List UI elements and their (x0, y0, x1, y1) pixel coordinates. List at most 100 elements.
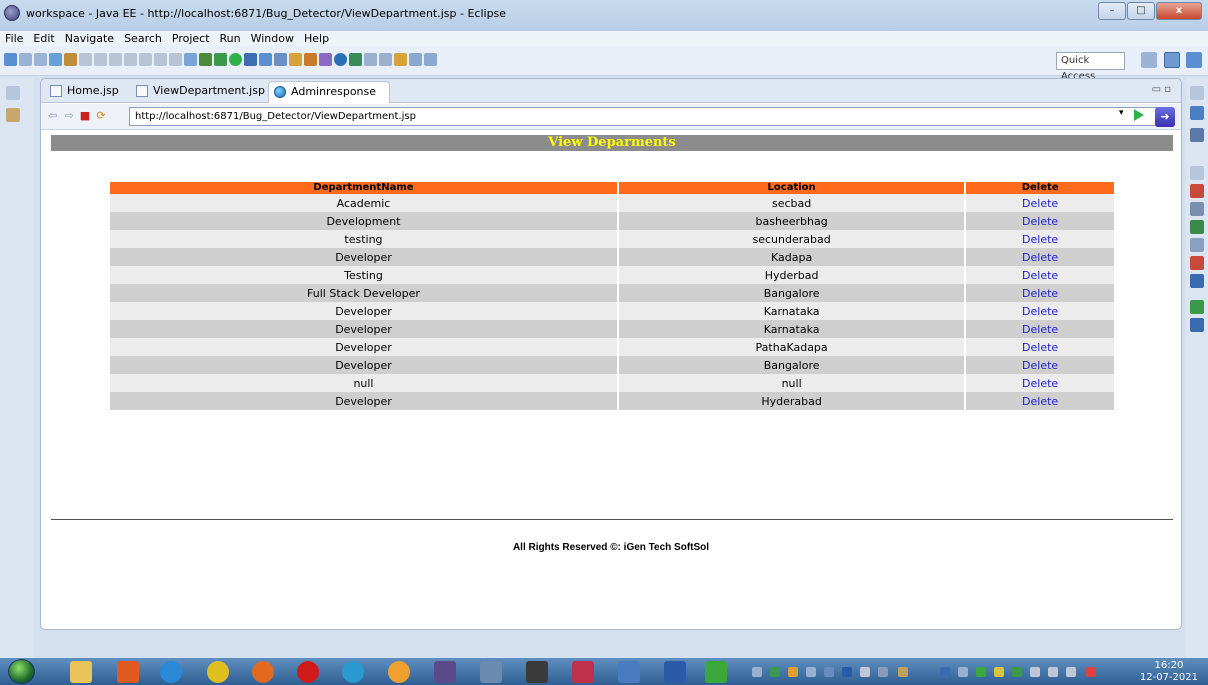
suspend-icon[interactable] (94, 53, 107, 66)
app-icon[interactable] (388, 661, 410, 683)
servers-icon[interactable] (1190, 220, 1204, 234)
snippets-icon[interactable] (1190, 256, 1204, 270)
restore-icon[interactable] (6, 86, 20, 100)
step-return-icon[interactable] (169, 53, 182, 66)
open-external-browser-icon[interactable]: ➜ (1155, 107, 1175, 127)
search-icon[interactable] (319, 53, 332, 66)
maximize-button[interactable]: □ (1127, 2, 1155, 20)
menu-window[interactable]: Window (246, 31, 299, 46)
open-task-icon[interactable] (304, 53, 317, 66)
quick-access-field[interactable]: Quick Access (1056, 52, 1125, 82)
menu-file[interactable]: File (0, 31, 28, 46)
action-center-icon[interactable] (1086, 667, 1096, 677)
tray-icon[interactable] (976, 667, 986, 677)
debug-perspective-icon[interactable] (1186, 52, 1202, 68)
tray-icon[interactable] (788, 667, 798, 677)
delete-link[interactable]: Delete (1022, 341, 1058, 354)
battery-icon[interactable] (1030, 667, 1040, 677)
annotation-icon[interactable] (349, 53, 362, 66)
use-step-filters-icon[interactable] (199, 53, 212, 66)
delete-link[interactable]: Delete (1022, 377, 1058, 390)
tray-icon[interactable] (958, 667, 968, 677)
delete-link[interactable]: Delete (1022, 305, 1058, 318)
skip-breakpoints-icon[interactable] (64, 53, 77, 66)
server-icon[interactable] (49, 53, 62, 66)
run-icon[interactable] (229, 53, 242, 66)
step-into-icon[interactable] (139, 53, 152, 66)
filezilla-icon[interactable] (705, 661, 727, 683)
minimize-button[interactable]: – (1098, 2, 1126, 20)
menu-search[interactable]: Search (119, 31, 167, 46)
refresh-page-icon[interactable]: ⟳ (95, 110, 107, 122)
tab-viewdepartment-jsp[interactable]: ViewDepartment.jsp (131, 81, 265, 103)
outline-icon[interactable] (1190, 106, 1204, 120)
start-button[interactable] (8, 659, 35, 684)
tray-icon[interactable] (824, 667, 834, 677)
menu-project[interactable]: Project (167, 31, 215, 46)
tray-icon[interactable] (994, 667, 1004, 677)
coverage-icon[interactable] (244, 53, 257, 66)
markers-icon[interactable] (1190, 184, 1204, 198)
menu-help[interactable]: Help (299, 31, 334, 46)
file-explorer-icon[interactable] (70, 661, 92, 683)
tray-icon[interactable] (770, 667, 780, 677)
web-browser-icon[interactable] (334, 53, 347, 66)
drop-to-frame-icon[interactable] (184, 53, 197, 66)
progress-icon[interactable] (1190, 318, 1204, 332)
tray-icon[interactable] (878, 667, 888, 677)
office-icon[interactable] (117, 661, 139, 683)
notepad-icon[interactable] (618, 661, 640, 683)
disconnect-icon[interactable] (124, 53, 137, 66)
tray-icon[interactable] (940, 667, 950, 677)
internet-explorer-icon[interactable] (160, 661, 182, 683)
snipping-tool-icon[interactable] (480, 661, 502, 683)
camera-icon[interactable] (526, 661, 548, 683)
new-icon[interactable] (4, 53, 17, 66)
forward-arrow-icon[interactable]: ⇨ (63, 110, 75, 122)
menu-navigate[interactable]: Navigate (60, 31, 119, 46)
resume-icon[interactable] (79, 53, 92, 66)
forward-icon[interactable] (424, 53, 437, 66)
url-input[interactable]: http://localhost:6871/Bug_Detector/ViewD… (129, 107, 1164, 126)
minimize-maximize-icon[interactable]: ▭ ▫ (1152, 84, 1171, 95)
tray-icon[interactable] (752, 667, 762, 677)
delete-link[interactable]: Delete (1022, 395, 1058, 408)
menu-run[interactable]: Run (215, 31, 246, 46)
firefox-icon[interactable] (252, 661, 274, 683)
tab-home-jsp[interactable]: Home.jsp (45, 81, 123, 103)
tray-icon[interactable] (898, 667, 908, 677)
open-perspective-icon[interactable] (1141, 52, 1157, 68)
stop-icon[interactable]: ■ (79, 110, 91, 122)
new-class-icon[interactable] (274, 53, 287, 66)
problems-icon[interactable] (1190, 274, 1204, 288)
winrar-icon[interactable] (572, 661, 594, 683)
volume-icon[interactable] (1048, 667, 1058, 677)
properties-icon[interactable] (1190, 202, 1204, 216)
bluetooth-icon[interactable] (842, 667, 852, 677)
go-icon[interactable] (1134, 109, 1144, 121)
task-list-icon[interactable] (1190, 128, 1204, 142)
previous-annotation-icon[interactable] (379, 53, 392, 66)
delete-link[interactable]: Delete (1022, 359, 1058, 372)
tray-icon[interactable] (806, 667, 816, 677)
close-button[interactable]: x (1156, 2, 1202, 20)
system-clock[interactable]: 16:20 12-07-2021 (1140, 660, 1198, 684)
save-all-icon[interactable] (34, 53, 47, 66)
tray-icon[interactable] (860, 667, 870, 677)
back-icon[interactable] (409, 53, 422, 66)
restore-icon[interactable] (1190, 86, 1204, 100)
edge-icon[interactable] (342, 661, 364, 683)
delete-link[interactable]: Delete (1022, 323, 1058, 336)
step-over-icon[interactable] (154, 53, 167, 66)
tray-icon[interactable] (1012, 667, 1022, 677)
menu-edit[interactable]: Edit (28, 31, 59, 46)
delete-link[interactable]: Delete (1022, 233, 1058, 246)
save-icon[interactable] (19, 53, 32, 66)
last-edit-icon[interactable] (394, 53, 407, 66)
delete-link[interactable]: Delete (1022, 251, 1058, 264)
console-icon[interactable] (1190, 300, 1204, 314)
delete-link[interactable]: Delete (1022, 269, 1058, 282)
tab-adminresponse[interactable]: Adminresponse ☒ (268, 81, 390, 118)
opera-icon[interactable] (297, 661, 319, 683)
back-arrow-icon[interactable]: ⇦ (47, 110, 59, 122)
